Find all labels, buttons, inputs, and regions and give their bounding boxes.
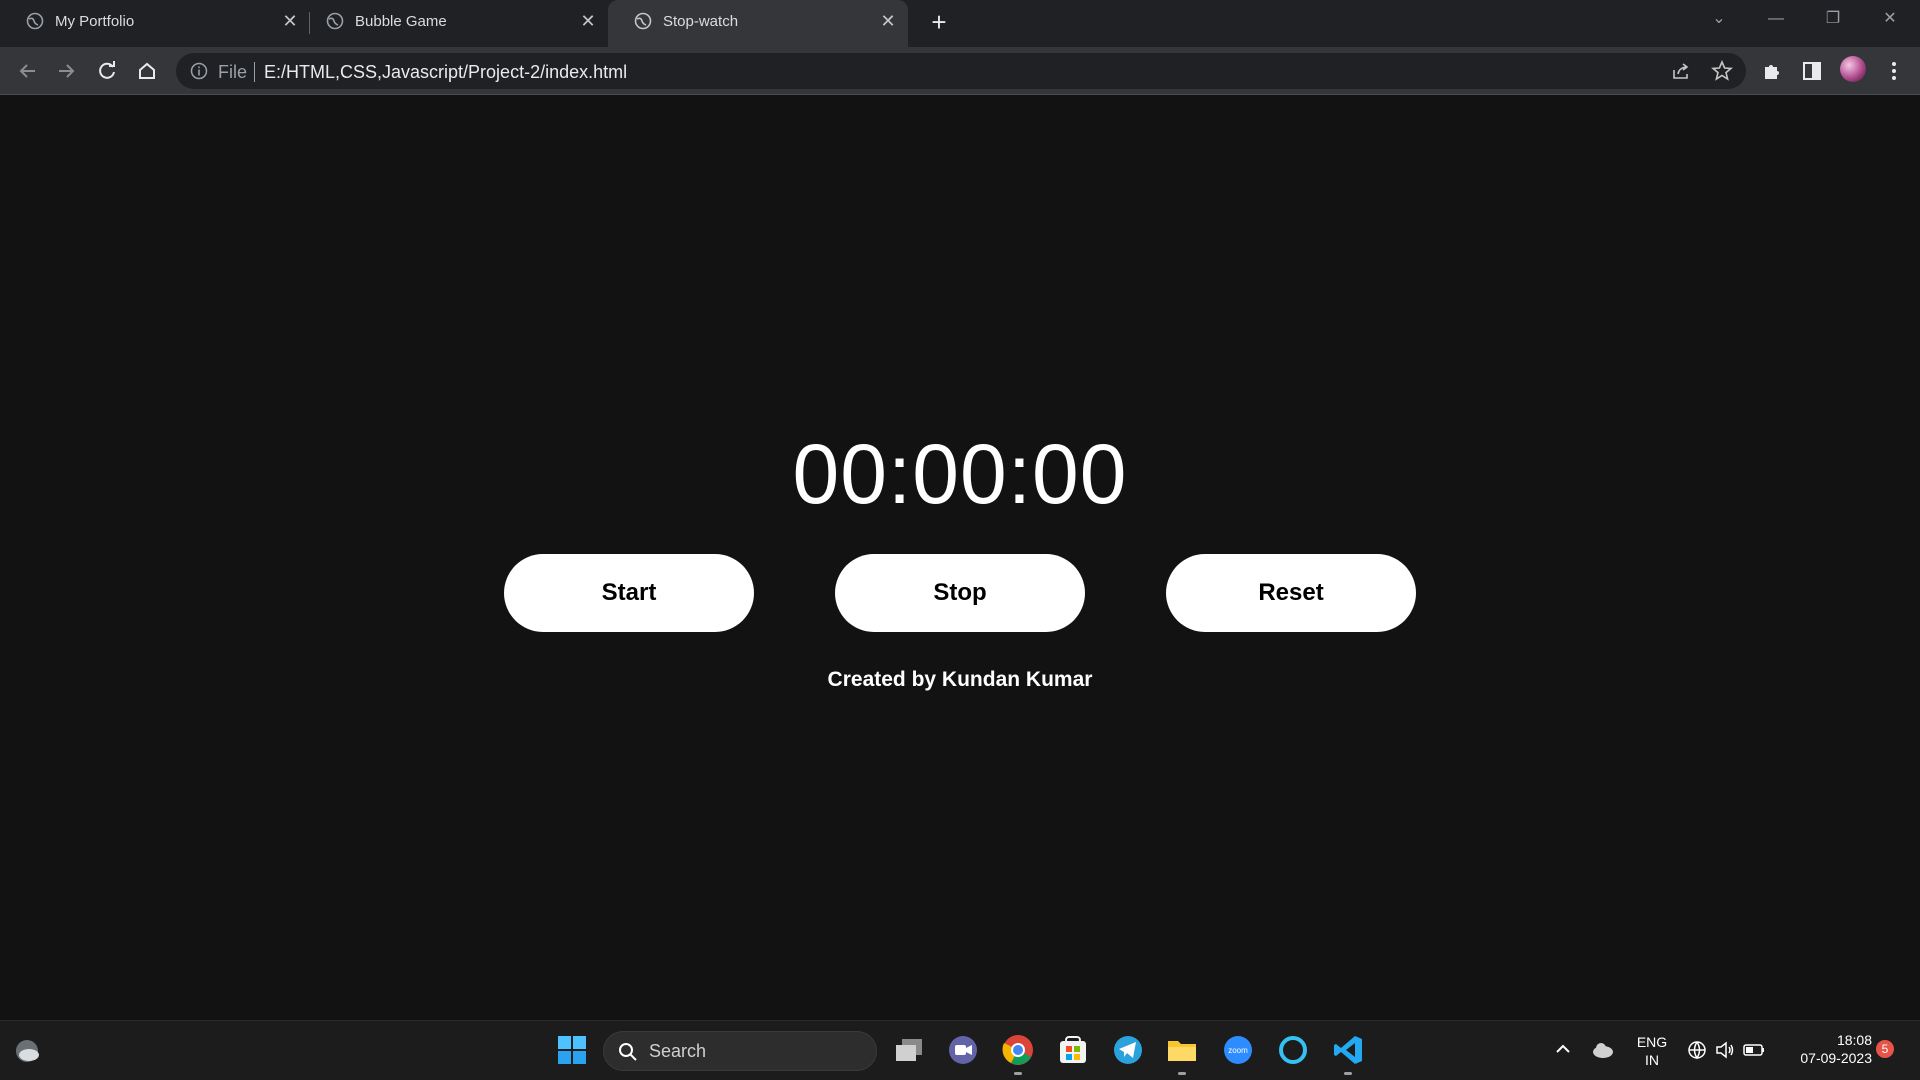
telegram-icon[interactable] bbox=[1111, 1033, 1145, 1067]
new-tab-button[interactable]: + bbox=[924, 8, 954, 38]
address-bar[interactable]: File E:/HTML,CSS,Javascript/Project-2/in… bbox=[176, 53, 1746, 89]
tab-title: Stop-watch bbox=[663, 13, 739, 30]
file-explorer-icon[interactable] bbox=[1165, 1033, 1199, 1067]
running-indicator bbox=[1014, 1072, 1022, 1075]
share-icon[interactable] bbox=[1671, 61, 1691, 81]
running-indicator bbox=[1344, 1072, 1352, 1075]
windows-taskbar: Search zoom ENG IN 18:08 07-09-2023 bbox=[0, 1020, 1920, 1080]
profile-avatar[interactable] bbox=[1840, 56, 1866, 82]
reset-button[interactable]: Reset bbox=[1166, 554, 1416, 632]
clock-time: 18:08 bbox=[1836, 1032, 1872, 1048]
onedrive-cloud-icon[interactable] bbox=[1590, 1037, 1616, 1063]
volume-icon[interactable] bbox=[1714, 1039, 1736, 1061]
globe-icon bbox=[326, 12, 344, 30]
tab-stop-watch[interactable]: Stop-watch ✕ bbox=[608, 0, 908, 47]
tab-search-icon[interactable]: ⌄ bbox=[1697, 4, 1741, 34]
reload-icon bbox=[99, 61, 115, 79]
globe-icon bbox=[26, 12, 44, 30]
scheme-label: File bbox=[218, 62, 248, 82]
tab-bubble-game[interactable]: Bubble Game ✕ bbox=[300, 0, 600, 47]
windows-start-icon[interactable] bbox=[555, 1033, 589, 1067]
close-tab-icon[interactable]: ✕ bbox=[578, 11, 598, 31]
language-indicator[interactable]: ENG IN bbox=[1632, 1033, 1672, 1069]
tab-my-portfolio[interactable]: My Portfolio ✕ bbox=[0, 0, 300, 47]
home-button[interactable] bbox=[132, 56, 162, 86]
search-icon bbox=[619, 1043, 637, 1061]
taskbar-search[interactable]: Search bbox=[603, 1031, 877, 1071]
info-icon[interactable] bbox=[190, 62, 208, 80]
forward-button[interactable] bbox=[52, 56, 82, 86]
tab-title: Bubble Game bbox=[355, 13, 447, 30]
zoom-icon[interactable]: zoom bbox=[1221, 1033, 1255, 1067]
more-menu-icon[interactable] bbox=[1882, 59, 1906, 83]
minimize-icon[interactable]: — bbox=[1754, 4, 1798, 34]
extensions-puzzle-icon[interactable] bbox=[1760, 59, 1784, 83]
globe-icon bbox=[634, 12, 652, 30]
close-tab-icon[interactable]: ✕ bbox=[280, 11, 300, 31]
task-view-icon[interactable] bbox=[892, 1033, 926, 1067]
weather-cloud-icon[interactable] bbox=[12, 1034, 46, 1068]
chrome-icon[interactable] bbox=[1001, 1033, 1035, 1067]
close-window-icon[interactable]: ✕ bbox=[1868, 4, 1912, 34]
system-clock[interactable]: 18:08 07-09-2023 bbox=[1782, 1031, 1872, 1067]
network-globe-icon[interactable] bbox=[1686, 1039, 1708, 1061]
stopwatch-display: 00:00:00 bbox=[792, 427, 1128, 521]
page-viewport: 00:00:00 Start Stop Reset Created by Kun… bbox=[0, 96, 1920, 1020]
notification-badge[interactable]: 5 bbox=[1876, 1040, 1894, 1058]
clock-date: 07-09-2023 bbox=[1800, 1050, 1872, 1066]
address-divider bbox=[254, 62, 255, 82]
side-panel-icon[interactable] bbox=[1800, 59, 1824, 83]
microsoft-store-icon[interactable] bbox=[1056, 1033, 1090, 1067]
browser-tab-strip: My Portfolio ✕ Bubble Game ✕ Stop-watch … bbox=[0, 0, 1920, 47]
battery-icon[interactable] bbox=[1742, 1039, 1766, 1061]
restore-icon[interactable]: ❐ bbox=[1811, 4, 1855, 34]
start-button[interactable]: Start bbox=[504, 554, 754, 632]
svg-text:zoom: zoom bbox=[1228, 1046, 1248, 1055]
reload-button[interactable] bbox=[92, 56, 122, 86]
url-text[interactable]: E:/HTML,CSS,Javascript/Project-2/index.h… bbox=[264, 62, 627, 83]
bookmark-star-icon[interactable] bbox=[1711, 60, 1733, 82]
cortana-icon[interactable] bbox=[1276, 1033, 1310, 1067]
browser-toolbar: File E:/HTML,CSS,Javascript/Project-2/in… bbox=[0, 47, 1920, 95]
close-tab-icon[interactable]: ✕ bbox=[878, 11, 898, 31]
arrow-left-icon bbox=[19, 64, 35, 78]
teams-chat-icon[interactable] bbox=[946, 1033, 980, 1067]
language-line2: IN bbox=[1645, 1052, 1659, 1068]
back-button[interactable] bbox=[12, 56, 42, 86]
search-label: Search bbox=[649, 1041, 707, 1061]
arrow-right-icon bbox=[59, 64, 75, 78]
language-line1: ENG bbox=[1636, 1034, 1668, 1050]
chevron-up-icon[interactable] bbox=[1552, 1038, 1574, 1060]
tab-title: My Portfolio bbox=[55, 13, 135, 30]
home-icon bbox=[139, 62, 155, 79]
stop-button[interactable]: Stop bbox=[835, 554, 1085, 632]
credit-text: Created by Kundan Kumar bbox=[827, 668, 1093, 691]
vscode-icon[interactable] bbox=[1331, 1033, 1365, 1067]
running-indicator bbox=[1178, 1072, 1186, 1075]
